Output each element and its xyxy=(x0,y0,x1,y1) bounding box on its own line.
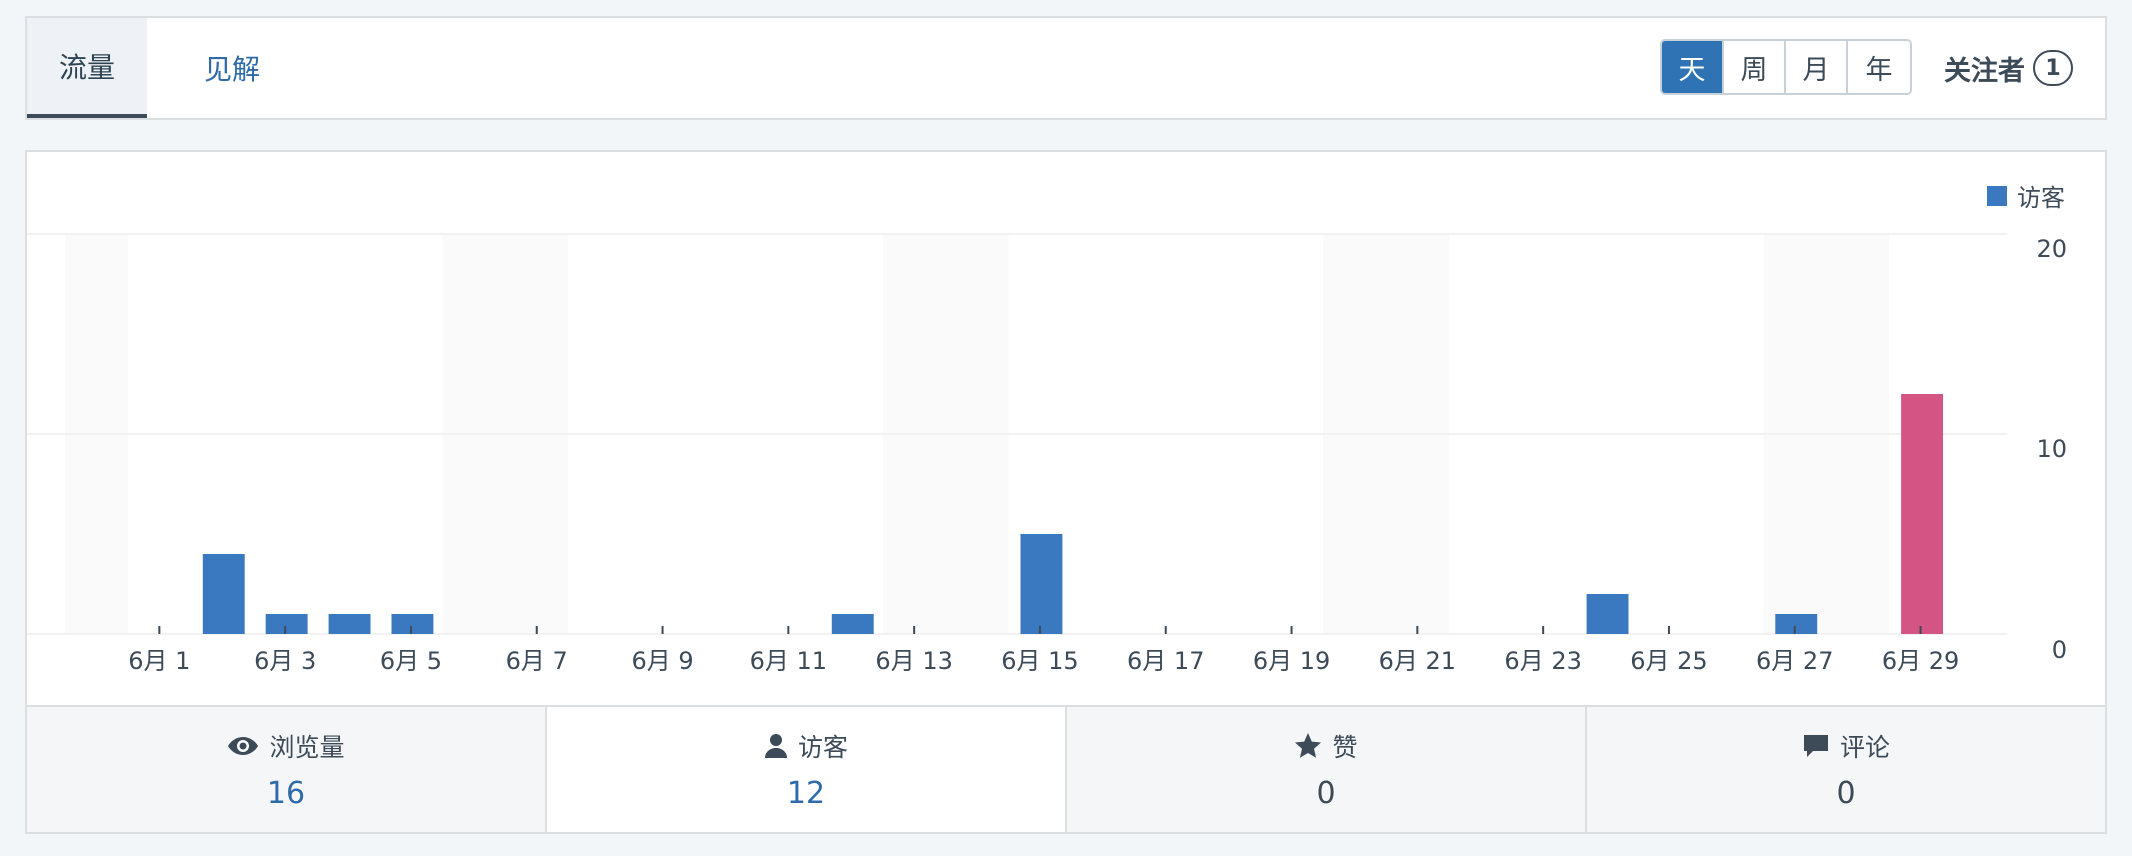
bar xyxy=(391,614,434,634)
stat-visitors[interactable]: 访客 12 xyxy=(547,707,1067,832)
stat-likes[interactable]: 赞 0 xyxy=(1067,707,1587,832)
bar xyxy=(1901,394,1943,634)
x-tick-label: 6月 9 xyxy=(631,647,693,675)
x-tick-label: 6月 27 xyxy=(1756,647,1833,675)
eye-icon xyxy=(228,737,259,755)
period-day-button[interactable]: 天 xyxy=(1662,41,1724,93)
bar xyxy=(1020,534,1063,634)
chart-legend: 访客 xyxy=(1987,178,2065,213)
period-year-button[interactable]: 年 xyxy=(1848,41,1910,93)
stat-views-label: 浏览量 xyxy=(269,733,345,762)
followers-link[interactable]: 关注者 1 xyxy=(1944,48,2073,88)
bar xyxy=(831,614,874,634)
x-tick-label: 6月 17 xyxy=(1127,647,1204,675)
y-tick-label: 20 xyxy=(2036,235,2067,263)
stat-comments-value: 0 xyxy=(1836,776,1856,811)
x-tick-label: 6月 1 xyxy=(128,647,190,675)
stat-visitors-label: 访客 xyxy=(797,733,848,762)
x-tick-label: 6月 15 xyxy=(1001,647,1078,675)
x-tick-label: 6月 25 xyxy=(1630,647,1707,675)
stat-views[interactable]: 浏览量 16 xyxy=(27,707,547,832)
x-tick-label: 6月 11 xyxy=(750,647,827,675)
period-week-button[interactable]: 周 xyxy=(1724,41,1786,93)
stat-views-value: 16 xyxy=(266,776,306,811)
legend-swatch xyxy=(1987,185,2007,206)
tab-insights[interactable]: 见解 xyxy=(177,18,287,118)
x-tick-label: 6月 29 xyxy=(1882,647,1959,675)
stat-comments-label: 评论 xyxy=(1839,733,1890,762)
x-tick-label: 6月 3 xyxy=(254,647,316,675)
period-month-button[interactable]: 月 xyxy=(1786,41,1848,93)
x-tick-label: 6月 23 xyxy=(1504,647,1581,675)
chart-card: 0 10 20 6月 1 6月 3 6月 5 6月 7 6月 9 6月 11 6月 13 6月 15… xyxy=(25,150,2107,834)
visitors-bar-chart: 0 10 20 6月 1 6月 3 6月 5 6月 7 6月 9 6月 11 6月 13 6月 15… xyxy=(27,233,2067,675)
bar xyxy=(328,614,371,634)
stat-comments[interactable]: 评论 0 xyxy=(1587,707,2105,832)
stats-summary: 浏览量 16 访客 12 赞 0 评论 0 xyxy=(27,705,2105,832)
stat-likes-label: 赞 xyxy=(1332,733,1358,762)
x-tick-label: 6月 5 xyxy=(380,647,442,675)
bar xyxy=(1775,614,1818,634)
star-icon xyxy=(1295,733,1322,758)
legend-label: 访客 xyxy=(2017,184,2065,212)
bar xyxy=(265,614,308,634)
bar xyxy=(202,554,245,634)
y-tick-label: 0 xyxy=(2052,636,2067,664)
person-icon xyxy=(764,734,787,758)
bar xyxy=(1586,594,1629,634)
stats-nav-bar: 流量 见解 天 周 月 年 关注者 1 xyxy=(25,16,2107,120)
tab-traffic[interactable]: 流量 xyxy=(27,18,147,118)
x-tick-label: 6月 19 xyxy=(1253,647,1330,675)
x-tick-label: 6月 13 xyxy=(875,647,952,675)
stat-visitors-value: 12 xyxy=(786,776,826,811)
followers-label: 关注者 xyxy=(1944,55,2025,87)
comment-icon xyxy=(1803,735,1828,757)
stat-likes-value: 0 xyxy=(1316,776,1336,811)
followers-count-badge: 1 xyxy=(2033,50,2073,86)
y-tick-label: 10 xyxy=(2036,435,2067,463)
x-tick-label: 6月 7 xyxy=(506,647,568,675)
period-selector: 天 周 月 年 xyxy=(1660,39,1912,95)
x-tick-label: 6月 21 xyxy=(1379,647,1456,675)
